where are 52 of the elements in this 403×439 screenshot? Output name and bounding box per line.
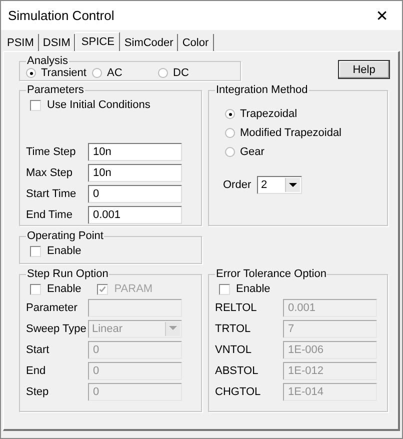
- field-label: Parameter: [26, 302, 78, 314]
- field-label: End: [26, 364, 47, 376]
- radio-option[interactable]: DC: [158, 67, 189, 79]
- radio-button[interactable]: [225, 128, 235, 138]
- tab[interactable]: SPICE: [75, 32, 120, 51]
- field-label: ABSTOL: [215, 364, 260, 376]
- field-label: VNTOL: [215, 344, 252, 356]
- order-dropdown[interactable]: 2: [257, 176, 302, 194]
- group-title: Analysis: [26, 55, 69, 67]
- checkbox-option[interactable]: Enable: [30, 242, 195, 260]
- field-label: Order: [223, 179, 252, 191]
- checkbox-option[interactable]: Enable: [219, 280, 381, 298]
- input-field[interactable]: 0: [88, 184, 182, 202]
- field-label: Start Time: [26, 188, 78, 200]
- field-label: Max Step: [26, 166, 74, 178]
- close-button[interactable]: ✕: [362, 1, 402, 30]
- input-field[interactable]: 0.001: [88, 206, 182, 224]
- checkbox-option[interactable]: Use Initial Conditions: [30, 96, 195, 114]
- radio-button[interactable]: [158, 68, 168, 78]
- radio-button[interactable]: [26, 68, 36, 78]
- field-label: Step: [26, 386, 50, 398]
- group-title: Parameters: [26, 84, 85, 96]
- window-title: Simulation Control: [8, 8, 114, 23]
- input-field[interactable]: 10n: [88, 164, 182, 182]
- radio-button[interactable]: [92, 68, 102, 78]
- radio-option[interactable]: Gear: [225, 146, 381, 158]
- field-label: End Time: [26, 208, 74, 220]
- radio-option[interactable]: Trapezoidal: [225, 108, 381, 120]
- checkbox[interactable]: [219, 284, 230, 294]
- radio-option[interactable]: Transient: [26, 67, 92, 79]
- radio-option[interactable]: AC: [92, 67, 158, 79]
- group-title: Error Tolerance Option: [215, 268, 328, 280]
- group-title: Step Run Option: [26, 268, 110, 280]
- field-label: CHGTOL: [215, 386, 262, 398]
- field-label: Time Step: [26, 146, 77, 158]
- checkbox-option[interactable]: Enable: [30, 280, 82, 298]
- dropdown-arrow-icon: [289, 182, 297, 188]
- checkbox[interactable]: [30, 100, 41, 110]
- field-label: TRTOL: [215, 322, 252, 334]
- group-title: Operating Point: [26, 230, 104, 242]
- radio-button[interactable]: [225, 147, 235, 157]
- input-field[interactable]: 10n: [88, 142, 182, 160]
- dropdown-arrow-icon: [169, 326, 177, 331]
- help-button[interactable]: Help: [338, 60, 390, 79]
- field-label: RELTOL: [215, 302, 258, 314]
- field-label: Start: [26, 344, 50, 356]
- group-title: Integration Method: [215, 84, 309, 96]
- radio-option[interactable]: Modified Trapezoidal: [225, 127, 381, 139]
- field-label: Sweep Type: [26, 322, 88, 334]
- checkbox[interactable]: [30, 284, 41, 294]
- checkbox[interactable]: [30, 246, 41, 256]
- radio-button[interactable]: [225, 109, 235, 119]
